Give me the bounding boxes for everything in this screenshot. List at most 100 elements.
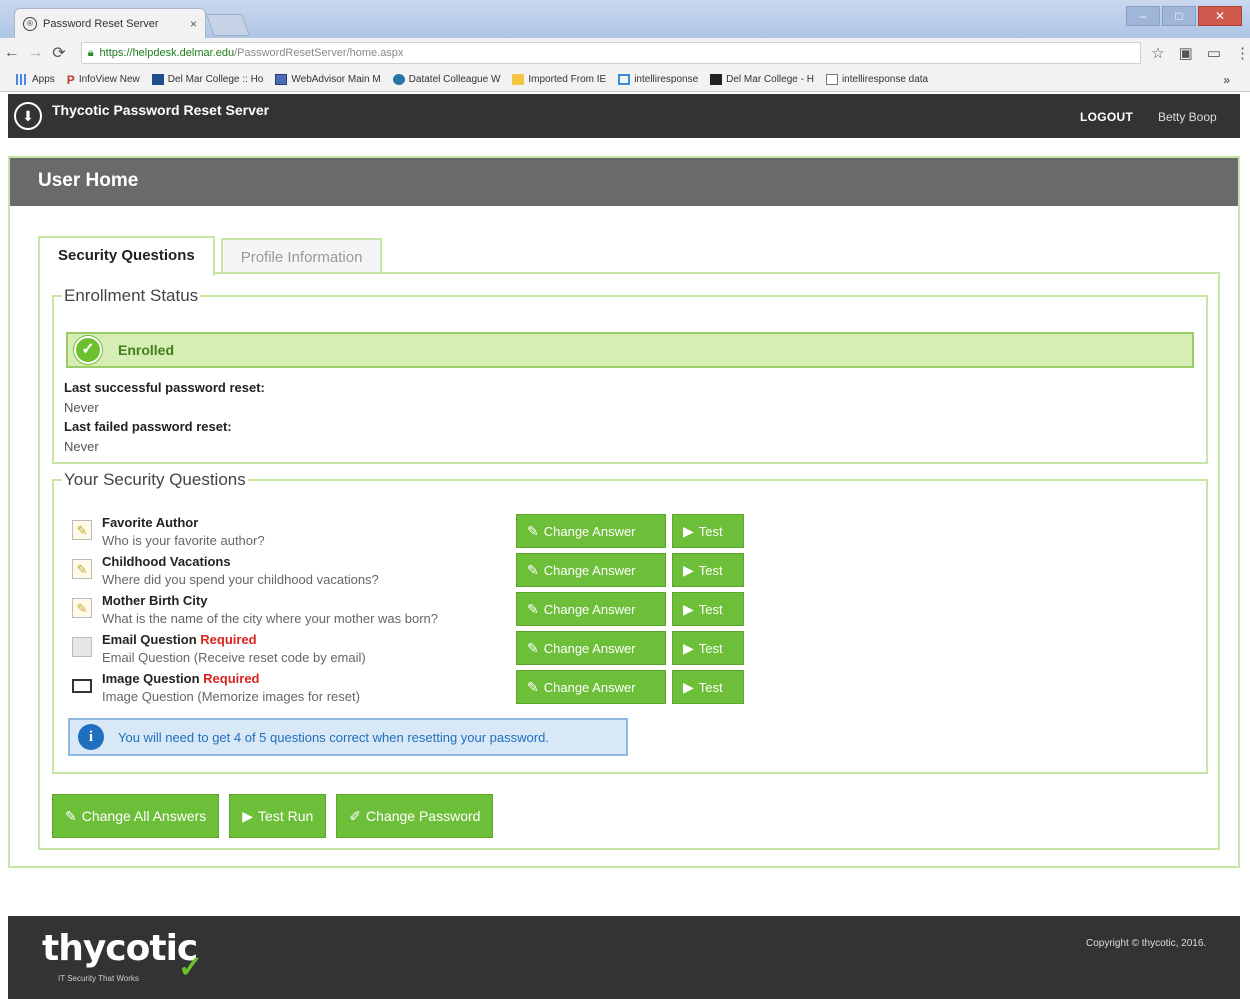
button-label: Change All Answers <box>81 808 207 824</box>
forward-arrow-icon[interactable]: → <box>24 44 48 62</box>
change-answer-button[interactable]: ✎ Change Answer <box>516 553 666 587</box>
test-button[interactable]: ▶ Test <box>672 592 744 626</box>
question-text: Image Question (Memorize images for rese… <box>102 689 360 704</box>
question-text: What is the name of the city where your … <box>102 611 438 626</box>
bookmark-delmar-h[interactable]: Del Mar College - H <box>710 74 814 85</box>
user-home-panel: User Home Security Questions Profile Inf… <box>8 156 1240 868</box>
question-list: ✎ Favorite Author Who is your favorite a… <box>72 514 512 709</box>
user-name[interactable]: Betty Boop <box>1158 110 1217 124</box>
question-text: Email Question (Receive reset code by em… <box>102 650 366 665</box>
test-run-button[interactable]: ▶ Test Run <box>229 794 327 838</box>
bottom-actions: ✎ Change All Answers ▶ Test Run ✐ Change Pa… <box>52 794 494 838</box>
folder-icon <box>512 74 525 85</box>
change-answer-button[interactable]: ✎ Change Answer <box>516 670 666 704</box>
star-icon[interactable]: ☆ <box>1151 44 1164 62</box>
thycotic-footer-logo: thycotic <box>42 928 198 969</box>
window-close-icon[interactable]: ✕ <box>1198 6 1242 26</box>
tab-profile-information[interactable]: Profile Information <box>220 238 383 274</box>
bookmark-apps[interactable]: Apps <box>16 74 55 85</box>
email-icon <box>72 637 92 657</box>
test-button[interactable]: ▶ Test <box>672 631 744 665</box>
url-host: https://helpdesk.delmar.edu <box>99 47 235 59</box>
bookmark-label: Del Mar College :: Ho <box>167 74 264 85</box>
pencil-icon: ✎ <box>527 600 539 617</box>
pencil-icon: ✎ <box>527 678 539 695</box>
app-title[interactable]: Thycotic Password Reset Server <box>52 102 269 118</box>
pencil-icon: ✎ <box>72 520 92 540</box>
test-button[interactable]: ▶ Test <box>672 670 744 704</box>
bookmark-label: Datatel Colleague W <box>408 74 501 85</box>
question-text: Who is your favorite author? <box>102 533 265 548</box>
page-icon <box>825 74 838 85</box>
button-label: Change Password <box>366 808 481 824</box>
tab-security-questions[interactable]: Security Questions <box>38 236 215 276</box>
question-text: Where did you spend your childhood vacat… <box>102 572 379 587</box>
page-title: User Home <box>10 158 1238 206</box>
bookmark-webadvisor[interactable]: WebAdvisor Main M <box>275 74 381 85</box>
logout-link[interactable]: LOGOUT <box>1080 110 1133 124</box>
tab-title: Password Reset Server <box>43 17 159 30</box>
close-tab-icon[interactable]: × <box>190 17 197 31</box>
thycotic-logo-icon[interactable]: ⬇ <box>14 102 42 130</box>
question-actions: ✎ Change Answer ▶ Test ✎ Change Answer ▶ Tes… <box>516 514 744 709</box>
bookmark-infoview[interactable]: P InfoView New <box>67 73 140 87</box>
play-icon: ▶ <box>683 522 694 539</box>
change-answer-button[interactable]: ✎ Change Answer <box>516 631 666 665</box>
back-arrow-icon[interactable]: ← <box>0 44 24 62</box>
change-password-button[interactable]: ✐ Change Password <box>336 794 494 838</box>
button-label: Test <box>698 601 723 617</box>
url-input[interactable]: 🔒︎ https://helpdesk.delmar.edu/PasswordR… <box>80 42 1142 64</box>
change-answer-button[interactable]: ✎ Change Answer <box>516 592 666 626</box>
reload-icon[interactable]: ⟳ <box>47 43 71 63</box>
button-label: Change Answer <box>543 679 636 695</box>
bookmark-imported[interactable]: Imported From IE <box>512 74 606 85</box>
minimize-icon[interactable]: – <box>1126 6 1160 26</box>
test-button[interactable]: ▶ Test <box>672 514 744 548</box>
question-title: Mother Birth City <box>102 593 208 608</box>
question-item: ✎ Favorite Author Who is your favorite a… <box>72 514 512 553</box>
bookmark-datatel[interactable]: Datatel Colleague W <box>392 74 501 85</box>
new-tab-button[interactable] <box>205 14 251 36</box>
last-success-value: Never <box>64 399 99 415</box>
change-answer-button[interactable]: ✎ Change Answer <box>516 514 666 548</box>
enrollment-status-legend: Enrollment Status <box>64 286 199 305</box>
bookmark-label: Del Mar College - H <box>726 74 814 85</box>
required-badge: Required <box>203 671 260 686</box>
bookmark-intelliresponse-data[interactable]: intelliresponse data <box>825 74 928 85</box>
cast-icon[interactable]: ▭ <box>1207 44 1221 62</box>
play-icon: ▶ <box>683 678 694 695</box>
maximize-icon[interactable]: □ <box>1162 6 1196 26</box>
bookmark-delmar-home[interactable]: Del Mar College :: Ho <box>151 74 264 85</box>
more-bookmarks-icon[interactable]: » <box>1223 73 1230 87</box>
web-icon <box>275 74 288 85</box>
bookmark-intelliresponse[interactable]: intelliresponse <box>618 74 698 85</box>
button-label: Change Answer <box>543 601 636 617</box>
button-label: Test <box>698 562 723 578</box>
intelliresponse-icon <box>618 74 631 85</box>
test-button[interactable]: ▶ Test <box>672 553 744 587</box>
pencil-icon: ✎ <box>72 598 92 618</box>
info-text: You will need to get 4 of 5 questions co… <box>118 729 549 745</box>
play-icon: ▶ <box>683 561 694 578</box>
button-label: Test <box>698 523 723 539</box>
datatel-icon <box>392 74 405 85</box>
window-title <box>430 12 830 26</box>
menu-dots-icon[interactable]: ⋮ <box>1235 44 1250 62</box>
tabs: Security Questions Profile Information <box>38 236 383 276</box>
change-all-answers-button[interactable]: ✎ Change All Answers <box>52 794 220 838</box>
last-failed-label: Last failed password reset: <box>64 419 232 434</box>
security-questions-legend: Your Security Questions <box>64 470 246 489</box>
button-label: Test <box>698 679 723 695</box>
lock-icon: 🔒︎ <box>87 46 94 59</box>
button-label: Change Answer <box>543 523 636 539</box>
browser-tab[interactable]: ® Password Reset Server × <box>14 8 206 38</box>
info-icon: i <box>78 724 104 750</box>
last-failed-value: Never <box>64 438 99 454</box>
edit-box-icon: ✐ <box>349 807 362 824</box>
app-header: ⬇ Thycotic Password Reset Server LOGOUT … <box>8 94 1240 138</box>
play-icon: ▶ <box>683 639 694 656</box>
image-icon <box>72 679 92 693</box>
extension-icon[interactable]: ▣ <box>1179 44 1193 62</box>
bookmark-label: Imported From IE <box>528 74 607 85</box>
tab-content: Enrollment Status ✓ Enrolled Last succes… <box>38 272 1220 850</box>
